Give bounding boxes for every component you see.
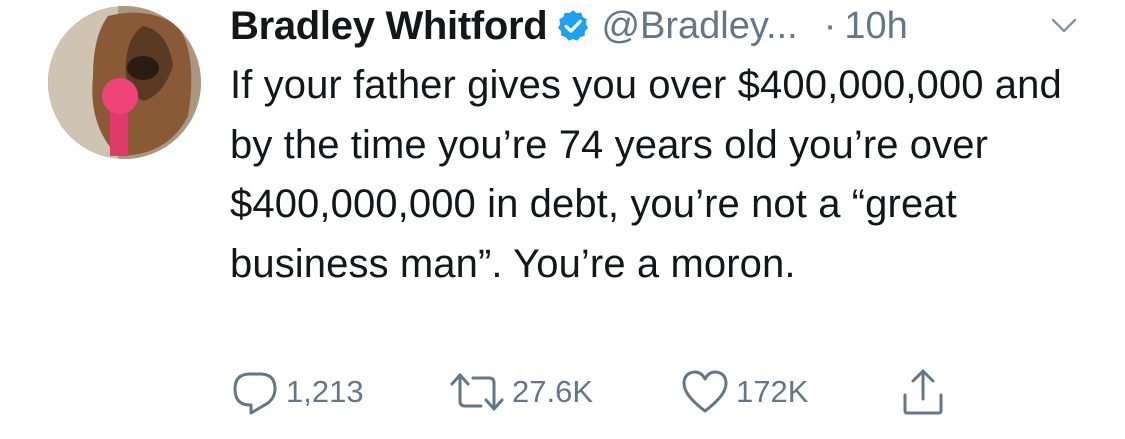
tweet-text: If your father gives you over $400,000,0… [230,63,1062,286]
like-button[interactable]: 172K [680,362,808,422]
share-icon [903,369,943,415]
reply-icon [233,372,277,415]
verified-badge-icon [555,8,591,44]
user-handle[interactable]: @Bradley... [601,5,797,48]
reply-count: 1,213 [286,374,364,409]
display-name[interactable]: Bradley Whitford [230,4,548,49]
reply-button[interactable]: 1,213 [230,362,364,422]
share-button[interactable] [898,362,948,422]
separator-dot: · [823,4,837,47]
tweet-actions: 1,213 27.6K 172K [0,362,1125,422]
like-count: 172K [736,374,809,409]
dog-avatar-image [48,6,201,159]
retweet-icon [450,373,504,411]
retweet-count: 27.6K [512,374,594,409]
tweet-header: Bradley Whitford @Bradley... · 10h [230,2,908,50]
retweet-button[interactable]: 27.6K [448,362,593,422]
timestamp[interactable]: 10h [844,5,907,48]
avatar[interactable] [48,6,201,159]
heart-icon [682,370,728,413]
chevron-down-icon[interactable] [1048,12,1080,40]
